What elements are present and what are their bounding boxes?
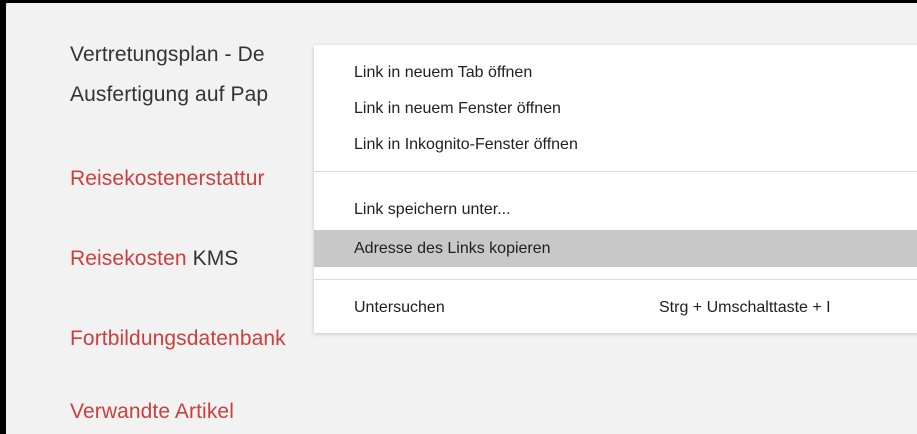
menu-item-save-link-as[interactable]: Link speichern unter...: [314, 192, 917, 228]
menu-item-label: Link in neuem Fenster öffnen: [354, 100, 561, 117]
page-text-line-1: Vertretungsplan - De: [70, 43, 265, 66]
link-verwandte-artikel[interactable]: Verwandte Artikel: [70, 400, 234, 424]
menu-item-inspect[interactable]: Untersuchen Strg + Umschalttaste + I: [314, 290, 917, 326]
web-page: Vertretungsplan - De Ausfertigung auf Pa…: [6, 3, 917, 434]
menu-item-open-new-window[interactable]: Link in neuem Fenster öffnen: [314, 91, 917, 127]
reisekosten-line: Reisekosten KMS: [70, 247, 238, 271]
menu-item-shortcut: Strg + Umschalttaste + I: [659, 299, 831, 316]
menu-item-label: Link in Inkognito-Fenster öffnen: [354, 136, 578, 153]
reisekosten-suffix: KMS: [186, 247, 239, 270]
context-menu: Link in neuem Tab öffnen Link in neuem F…: [314, 45, 917, 333]
menu-item-copy-link-address[interactable]: Adresse des Links kopieren: [314, 230, 917, 267]
menu-item-label: Adresse des Links kopieren: [354, 240, 551, 257]
menu-separator: [314, 171, 917, 172]
menu-item-label: Link speichern unter...: [354, 201, 511, 218]
menu-item-open-incognito[interactable]: Link in Inkognito-Fenster öffnen: [314, 127, 917, 163]
menu-item-label: Link in neuem Tab öffnen: [354, 64, 533, 81]
page-text-line-2: Ausfertigung auf Pap: [70, 83, 269, 106]
link-fortbildungsdatenbank[interactable]: Fortbildungsdatenbank: [70, 327, 286, 351]
link-reisekosten[interactable]: Reisekosten: [70, 247, 187, 270]
menu-separator: [314, 279, 917, 280]
menu-item-open-new-tab[interactable]: Link in neuem Tab öffnen: [314, 55, 917, 91]
menu-item-label: Untersuchen: [354, 299, 445, 316]
link-reisekostenerstattung[interactable]: Reisekostenerstattur: [70, 167, 265, 191]
